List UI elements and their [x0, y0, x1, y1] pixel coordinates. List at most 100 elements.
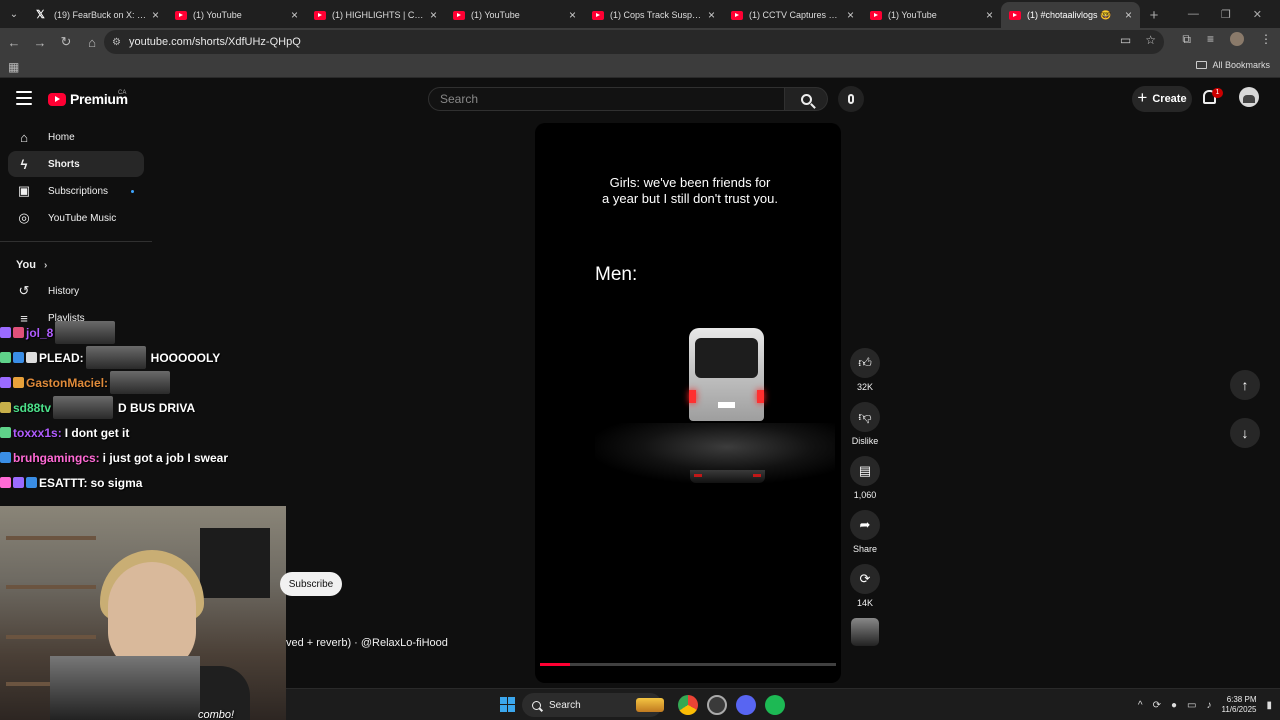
- close-tab-icon[interactable]: ×: [291, 8, 298, 22]
- subscribe-button[interactable]: Subscribe: [280, 572, 342, 596]
- comments-button[interactable]: ▤: [850, 456, 880, 486]
- reload-icon[interactable]: ↻: [54, 30, 78, 54]
- browser-tab[interactable]: (1) CCTV Captures Serial ×: [723, 2, 862, 28]
- menu-icon[interactable]: [16, 91, 32, 105]
- caption-line: a year but I still don't trust you.: [602, 191, 778, 206]
- site-info-icon[interactable]: ⚙: [112, 37, 121, 48]
- microphone-icon[interactable]: ●: [1171, 700, 1177, 711]
- youtube-icon: [731, 10, 743, 20]
- sidebar-you-header[interactable]: You ›: [0, 252, 152, 278]
- share-label: Share: [852, 544, 878, 554]
- cast-icon[interactable]: ▭: [1120, 33, 1131, 47]
- windows-start-icon[interactable]: [500, 697, 515, 712]
- chat-username: ESATTT:: [39, 475, 88, 490]
- clock[interactable]: 6:38 PM 11/6/2025: [1221, 695, 1256, 715]
- close-tab-icon[interactable]: ×: [708, 8, 715, 22]
- chevron-up-icon[interactable]: ^: [1138, 700, 1143, 711]
- sidebar-item-history[interactable]: ↺ History: [8, 278, 144, 304]
- chat-username: sd88tv: [13, 400, 52, 415]
- youtube-icon: [1009, 10, 1021, 20]
- browser-tab[interactable]: (1) HIGHLIGHTS | CLUB B ×: [306, 2, 445, 28]
- share-button[interactable]: ➦: [850, 510, 880, 540]
- close-tab-icon[interactable]: ×: [152, 8, 159, 22]
- tab-title: (1) YouTube: [888, 10, 937, 20]
- sidebar-item-subscriptions[interactable]: ▣ Subscriptions: [8, 178, 144, 204]
- emote-image: [85, 346, 146, 369]
- thumbs-down-icon: 👎︎: [858, 409, 872, 424]
- apps-grid-icon[interactable]: ▦: [8, 60, 19, 74]
- spotify-icon[interactable]: [765, 695, 785, 715]
- sidebar-item-label: Home: [48, 131, 75, 143]
- new-tab-button[interactable]: +: [1140, 2, 1168, 28]
- close-tab-icon[interactable]: ×: [986, 8, 993, 22]
- tab-search-chevron-icon[interactable]: ⌄: [0, 0, 28, 28]
- emote-image: [53, 396, 114, 419]
- sound-thumbnail[interactable]: [851, 618, 879, 646]
- browser-tab[interactable]: 𝕏 (19) FearBuck on X: "Ye m ×: [28, 2, 167, 28]
- streamer-webcam: combo!: [0, 506, 286, 720]
- forward-icon[interactable]: →: [28, 30, 52, 54]
- chat-message: PLEAD: HOOOOOLY: [0, 345, 290, 370]
- arrow-down-icon: ↓: [1241, 425, 1249, 441]
- overlay-image: [50, 656, 200, 720]
- chat-message: GastonMaciel:: [0, 370, 290, 395]
- sidebar: ⌂ Home ϟ Shorts ▣ Subscriptions ◎ YouTub…: [0, 124, 152, 332]
- minimize-icon[interactable]: —: [1188, 8, 1199, 20]
- next-short-button[interactable]: ↓: [1230, 418, 1260, 448]
- browser-menu-icon[interactable]: ⋮: [1260, 32, 1272, 47]
- all-bookmarks-button[interactable]: All Bookmarks: [1196, 60, 1270, 70]
- dislike-action: 👎︎ Dislike: [849, 402, 881, 446]
- dislike-button[interactable]: 👎︎: [850, 402, 880, 432]
- search-button[interactable]: [785, 87, 828, 111]
- sidebar-item-youtube-music[interactable]: ◎ YouTube Music: [8, 205, 144, 231]
- create-button[interactable]: + Create: [1132, 86, 1192, 112]
- video-progress-bar[interactable]: [540, 663, 836, 666]
- close-tab-icon[interactable]: ×: [1125, 8, 1132, 22]
- back-icon[interactable]: ←: [2, 30, 26, 54]
- account-avatar[interactable]: [1239, 87, 1259, 107]
- search-input[interactable]: Search: [428, 87, 785, 111]
- sound-credit[interactable]: ved + reverb) · @RelaxLo-fiHood: [286, 637, 448, 649]
- create-label: Create: [1152, 93, 1187, 105]
- remix-button[interactable]: ⟳: [850, 564, 880, 594]
- browser-tab[interactable]: (1) YouTube ×: [862, 2, 1001, 28]
- youtube-premium-logo[interactable]: Premium: [48, 91, 128, 107]
- network-icon[interactable]: ▭: [1187, 700, 1196, 711]
- chat-username: bruhgamingcs:: [13, 450, 100, 465]
- like-button[interactable]: 👍︎: [850, 348, 880, 378]
- search-icon: [532, 700, 541, 710]
- system-tray: ^ ⟳ ● ▭ ♪ 6:38 PM 11/6/2025 ▮: [1138, 689, 1272, 720]
- app-icon[interactable]: [707, 695, 727, 715]
- sync-icon[interactable]: ⟳: [1153, 700, 1161, 711]
- tab-title: (1) CCTV Captures Serial: [749, 10, 843, 20]
- chat-text: i just got a job I swear: [102, 450, 229, 465]
- address-bar[interactable]: ⚙ youtube.com/shorts/XdfUHz-QHpQ ▭ ☆: [104, 30, 1164, 54]
- browser-tab[interactable]: (1) YouTube ×: [167, 2, 306, 28]
- sidebar-item-home[interactable]: ⌂ Home: [8, 124, 144, 150]
- media-controls-icon[interactable]: ≡: [1207, 32, 1214, 47]
- restore-icon[interactable]: ❐: [1221, 8, 1231, 21]
- shorts-video-player[interactable]: Girls: we've been friends for a year but…: [535, 123, 841, 683]
- extensions-icon[interactable]: ⧉: [1182, 32, 1191, 47]
- close-tab-icon[interactable]: ×: [847, 8, 854, 22]
- close-tab-icon[interactable]: ×: [430, 8, 437, 22]
- home-icon[interactable]: ⌂: [80, 30, 104, 54]
- notifications-icon[interactable]: ▮: [1266, 700, 1272, 711]
- widget-icon[interactable]: [636, 698, 664, 712]
- volume-icon[interactable]: ♪: [1206, 700, 1211, 711]
- browser-tab[interactable]: (1) Cops Track Suspect in ×: [584, 2, 723, 28]
- voice-search-button[interactable]: [838, 86, 864, 112]
- browser-tab-active[interactable]: (1) #chotaalivlogs 🤓 ×: [1001, 2, 1140, 28]
- arrow-up-icon: ↑: [1241, 377, 1249, 393]
- previous-short-button[interactable]: ↑: [1230, 370, 1260, 400]
- youtube-music-icon: ◎: [18, 210, 30, 225]
- discord-icon[interactable]: [736, 695, 756, 715]
- bookmark-star-icon[interactable]: ☆: [1145, 33, 1156, 47]
- close-window-icon[interactable]: ✕: [1253, 8, 1262, 21]
- thumbs-up-icon: 👍︎: [858, 355, 872, 370]
- chrome-icon[interactable]: [678, 695, 698, 715]
- sidebar-item-shorts[interactable]: ϟ Shorts: [8, 151, 144, 177]
- close-tab-icon[interactable]: ×: [569, 8, 576, 22]
- profile-avatar[interactable]: [1230, 32, 1244, 46]
- browser-tab[interactable]: (1) YouTube ×: [445, 2, 584, 28]
